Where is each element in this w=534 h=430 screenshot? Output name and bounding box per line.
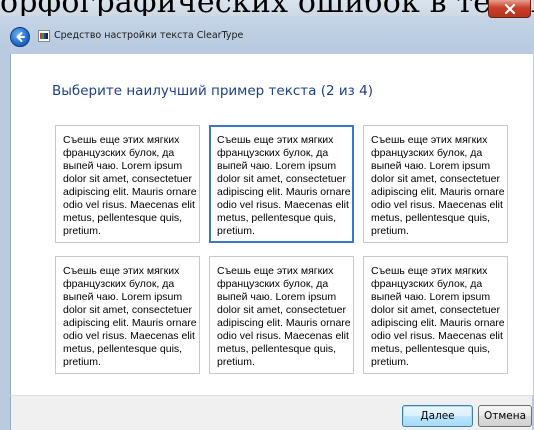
- back-button[interactable]: [10, 27, 30, 47]
- back-arrow-icon: [16, 32, 25, 42]
- sample-text: Съешь еще этих мягких французских булок,…: [63, 134, 197, 237]
- close-icon: [504, 3, 515, 14]
- text-sample-3[interactable]: Съешь еще этих мягких французских булок,…: [363, 125, 508, 243]
- sample-text: Съешь еще этих мягких французских булок,…: [63, 265, 197, 368]
- background-window-strip: орфографических ошибок в тексте.: [0, 0, 534, 16]
- text-sample-1[interactable]: Съешь еще этих мягких французских булок,…: [55, 125, 200, 243]
- cancel-button[interactable]: Отмена: [478, 405, 532, 427]
- sample-text: Съешь еще этих мягких французских булок,…: [217, 265, 351, 368]
- sample-text: Съешь еще этих мягких французских булок,…: [217, 134, 351, 237]
- text-sample-6[interactable]: Съешь еще этих мягких французских булок,…: [363, 256, 508, 374]
- text-sample-2[interactable]: Съешь еще этих мягких французских булок,…: [209, 125, 354, 243]
- close-button[interactable]: [488, 0, 531, 18]
- sample-text: Съешь еще этих мягких французских булок,…: [371, 265, 505, 368]
- text-sample-4[interactable]: Съешь еще этих мягких французских булок,…: [55, 256, 200, 374]
- window-title: Средство настройки текста ClearType: [54, 30, 244, 41]
- background-window-text: орфографических ошибок в тексте.: [0, 0, 534, 16]
- next-button[interactable]: Далее: [402, 405, 473, 427]
- cleartype-app-icon: [38, 30, 50, 42]
- cancel-button-label: Отмена: [483, 410, 527, 422]
- page-heading: Выберите наилучший пример текста (2 из 4…: [52, 83, 373, 99]
- text-sample-5[interactable]: Съешь еще этих мягких французских булок,…: [209, 256, 354, 374]
- sample-text: Съешь еще этих мягких французских булок,…: [371, 134, 505, 237]
- next-button-label: Далее: [420, 410, 455, 422]
